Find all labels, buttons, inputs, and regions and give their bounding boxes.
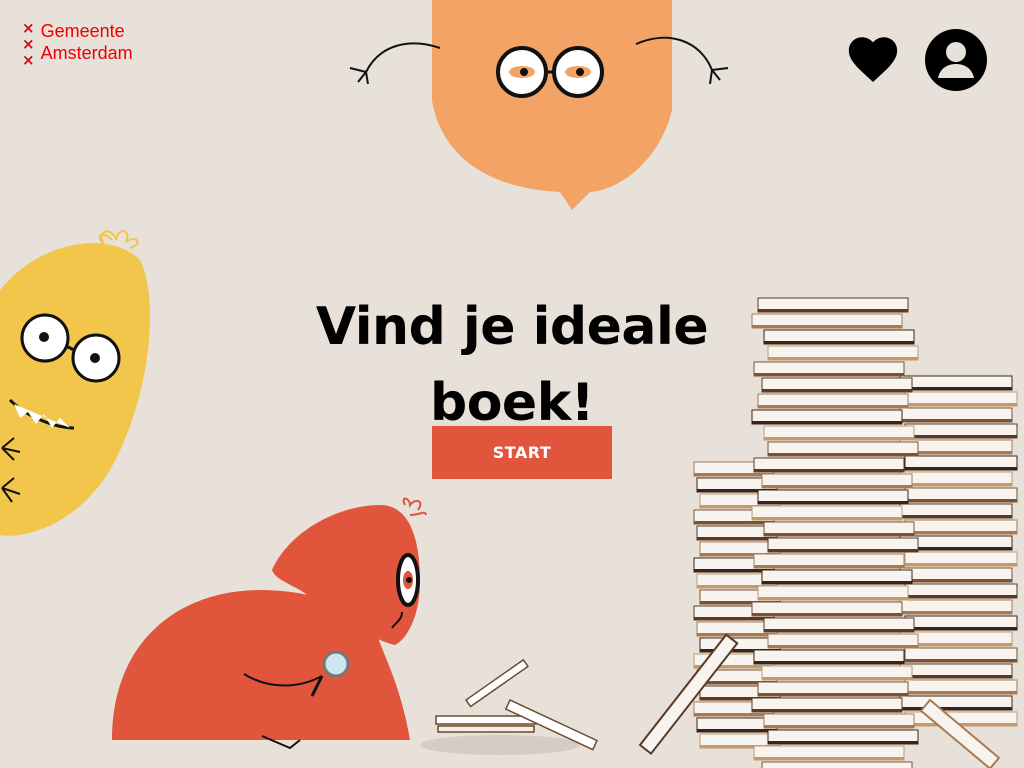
book-cover [905,563,1017,566]
book-cover [900,675,1012,678]
book-cover [768,741,918,744]
logo-cross: × [22,35,35,53]
book-cover [768,357,918,360]
logo-cross: × [22,19,35,37]
book-cover [752,709,902,712]
book-cover [697,633,777,636]
book-cover [764,725,914,728]
book-cover [764,437,914,440]
book-cover [900,483,1012,486]
book-cover [754,757,904,760]
book-cover [762,677,912,680]
book-cover [758,693,908,696]
book-cover [900,515,1012,518]
book-cover [900,707,1012,710]
book-cover [758,501,908,504]
book-cover [764,341,914,344]
book-cover [752,325,902,328]
book-cover [900,387,1012,390]
book-cover [900,579,1012,582]
orange-character [349,0,729,210]
page-title: Vind je ideale boek! [315,296,709,433]
book [761,761,913,768]
book-cover [900,419,1012,422]
book-cover [905,659,1017,662]
book-cover [752,421,902,424]
logo-line-1: Gemeente [40,21,125,41]
book-cover [752,517,902,520]
book-cover [900,611,1012,614]
logo-text: Gemeente Amsterdam [41,20,133,64]
book-cover [762,485,912,488]
book-cover [764,533,914,536]
book-cover [905,403,1017,406]
red-character [112,497,427,750]
gemeente-amsterdam-logo[interactable]: × × × Gemeente Amsterdam [22,20,133,68]
logo-crosses: × × × [22,20,35,68]
book-cover [762,581,912,584]
book-cover [905,627,1017,630]
yellow-character [0,230,150,536]
book-cover [758,405,908,408]
logo-line-2: Amsterdam [40,43,133,63]
book-cover [754,469,904,472]
book-cover [768,645,918,648]
book-cover [752,613,902,616]
user-circle-icon[interactable] [924,28,988,92]
book-cover [758,309,908,312]
book-cover [764,629,914,632]
book-cover [905,435,1017,438]
loose-books [420,658,599,755]
book-cover [758,597,908,600]
book-cover [768,453,918,456]
book-cover [768,549,918,552]
logo-cross: × [22,51,35,69]
book-cover [905,467,1017,470]
book-cover [754,565,904,568]
start-button[interactable]: START [432,426,612,479]
book-cover [694,521,774,524]
book-cover [905,595,1017,598]
book-cover [694,617,774,620]
book-cover [754,373,904,376]
heart-icon[interactable] [844,30,902,88]
book-cover [905,691,1017,694]
book-cover [697,729,777,732]
book-cover [905,499,1017,502]
book-cover [754,661,904,664]
book-cover [762,389,912,392]
book-cover [694,713,774,716]
book-cover [697,537,777,540]
book-cover [905,531,1017,534]
